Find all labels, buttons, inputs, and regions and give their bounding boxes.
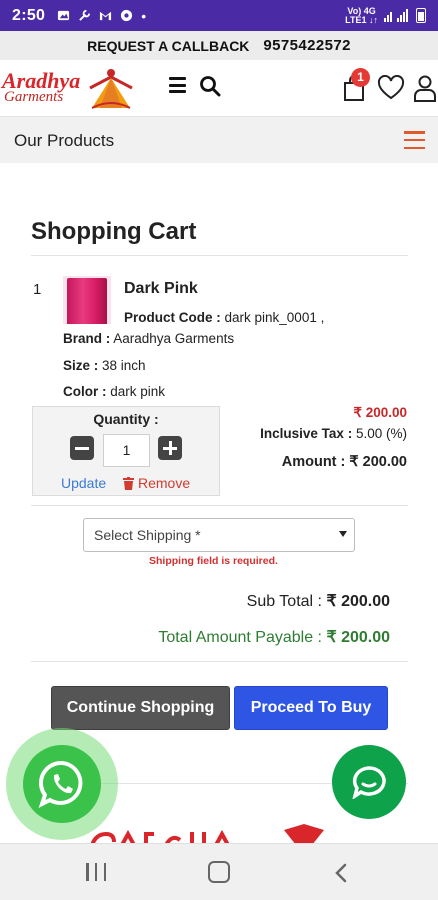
color-label: Color : bbox=[63, 384, 107, 399]
menu-icon[interactable] bbox=[169, 77, 186, 93]
brand-value: Aaradhya Garments bbox=[113, 331, 235, 346]
brand-label: Brand : bbox=[63, 331, 111, 346]
product-size: Size : 38 inch bbox=[63, 358, 146, 373]
shipping-error: Shipping field is required. bbox=[149, 555, 278, 567]
status-time: 2:50 bbox=[12, 6, 46, 24]
tools-notification-icon bbox=[79, 9, 91, 21]
gmail-notification-icon bbox=[100, 11, 112, 21]
status-bar: 2:50 • Vo) 4G LTE1 ↓↑ bbox=[0, 0, 438, 31]
quantity-label: Quantity : bbox=[93, 411, 159, 427]
update-link[interactable]: Update bbox=[61, 475, 106, 491]
callback-label[interactable]: REQUEST A CALLBACK bbox=[87, 38, 249, 54]
notification-icons: • bbox=[57, 8, 146, 24]
item-amount: Amount : ₹ 200.00 bbox=[282, 454, 407, 470]
quantity-box: Quantity : 1 Update Remove bbox=[32, 406, 220, 496]
callback-bar[interactable]: REQUEST A CALLBACK 9575422572 bbox=[0, 31, 438, 60]
color-value: dark pink bbox=[110, 384, 166, 399]
item-tax: Inclusive Tax : 5.00 (%) bbox=[260, 426, 407, 441]
product-color: Color : dark pink bbox=[63, 384, 165, 399]
network-indicator: Vo) 4G LTE1 ↓↑ bbox=[345, 6, 378, 25]
products-menu-icon[interactable] bbox=[404, 131, 425, 149]
product-thumbnail[interactable] bbox=[63, 276, 111, 324]
callback-phone[interactable]: 9575422572 bbox=[263, 37, 350, 54]
tax-value: 5.00 (%) bbox=[355, 426, 407, 441]
chat-bubble-icon bbox=[352, 766, 386, 799]
cart-count-badge: 1 bbox=[351, 68, 370, 87]
quantity-input[interactable]: 1 bbox=[103, 434, 150, 467]
search-icon[interactable] bbox=[199, 75, 221, 97]
remove-link[interactable]: Remove bbox=[123, 475, 190, 491]
back-icon[interactable] bbox=[334, 863, 348, 883]
brand-logo[interactable]: Aradhya Garments bbox=[2, 66, 140, 112]
total-payable: Total Amount Payable : ₹ 200.00 bbox=[158, 627, 390, 647]
network-bottom: LTE1 ↓↑ bbox=[345, 14, 378, 25]
recent-apps-icon[interactable] bbox=[86, 863, 106, 881]
trash-icon bbox=[123, 476, 134, 490]
gallery-notification-icon bbox=[58, 10, 70, 21]
amount-label: Amount : bbox=[281, 454, 346, 470]
shipping-select[interactable]: Select Shipping * bbox=[83, 518, 355, 552]
total-value: ₹ 200.00 bbox=[326, 629, 390, 646]
product-code: Product Code : dark pink_0001 , bbox=[124, 310, 324, 325]
dot-icon: • bbox=[141, 7, 147, 24]
chrome-notification-icon bbox=[121, 9, 133, 22]
heart-icon[interactable] bbox=[377, 75, 405, 101]
decrease-quantity-button[interactable] bbox=[70, 436, 94, 460]
whatsapp-button[interactable] bbox=[23, 745, 101, 823]
battery-icon bbox=[416, 8, 426, 23]
remove-label: Remove bbox=[138, 475, 191, 491]
whatsapp-icon bbox=[38, 760, 83, 808]
increase-quantity-button[interactable] bbox=[158, 436, 182, 460]
logo-dancer-icon bbox=[89, 69, 133, 109]
signal-icon bbox=[384, 9, 408, 22]
proceed-to-buy-button[interactable]: Proceed To Buy bbox=[234, 686, 388, 730]
total-label: Total Amount Payable : bbox=[158, 629, 322, 646]
item-price: ₹ 200.00 bbox=[353, 405, 407, 420]
shipping-select-value: Select Shipping * bbox=[94, 527, 201, 543]
page-title: Shopping Cart bbox=[31, 218, 197, 245]
chevron-down-icon bbox=[339, 531, 347, 537]
logo-text-sub: Garments bbox=[4, 89, 64, 105]
subtotal-label: Sub Total : bbox=[246, 593, 322, 610]
continue-shopping-button[interactable]: Continue Shopping bbox=[51, 686, 230, 730]
site-header: Aradhya Garments 1 bbox=[0, 60, 438, 116]
android-nav-bar bbox=[0, 843, 438, 900]
amount-value: ₹ 200.00 bbox=[349, 454, 407, 470]
size-label: Size : bbox=[63, 358, 99, 373]
tax-label: Inclusive Tax : bbox=[260, 426, 353, 441]
products-bar: Our Products bbox=[0, 116, 438, 163]
subtotal-value: ₹ 200.00 bbox=[326, 593, 390, 610]
product-code-value: dark pink_0001 , bbox=[224, 310, 325, 325]
chat-button[interactable] bbox=[332, 745, 406, 819]
footer-logo bbox=[90, 824, 324, 845]
product-code-label: Product Code : bbox=[124, 310, 221, 325]
divider bbox=[31, 255, 408, 256]
subtotal: Sub Total : ₹ 200.00 bbox=[247, 591, 390, 611]
user-icon[interactable] bbox=[413, 74, 437, 102]
our-products-label[interactable]: Our Products bbox=[14, 131, 114, 151]
divider bbox=[31, 661, 408, 662]
home-icon[interactable] bbox=[208, 861, 230, 883]
product-brand: Brand : Aaradhya Garments bbox=[63, 331, 234, 346]
product-name[interactable]: Dark Pink bbox=[124, 280, 198, 298]
divider bbox=[31, 505, 408, 506]
system-status: Vo) 4G LTE1 ↓↑ bbox=[345, 6, 426, 25]
size-value: 38 inch bbox=[102, 358, 146, 373]
item-index: 1 bbox=[33, 281, 42, 298]
